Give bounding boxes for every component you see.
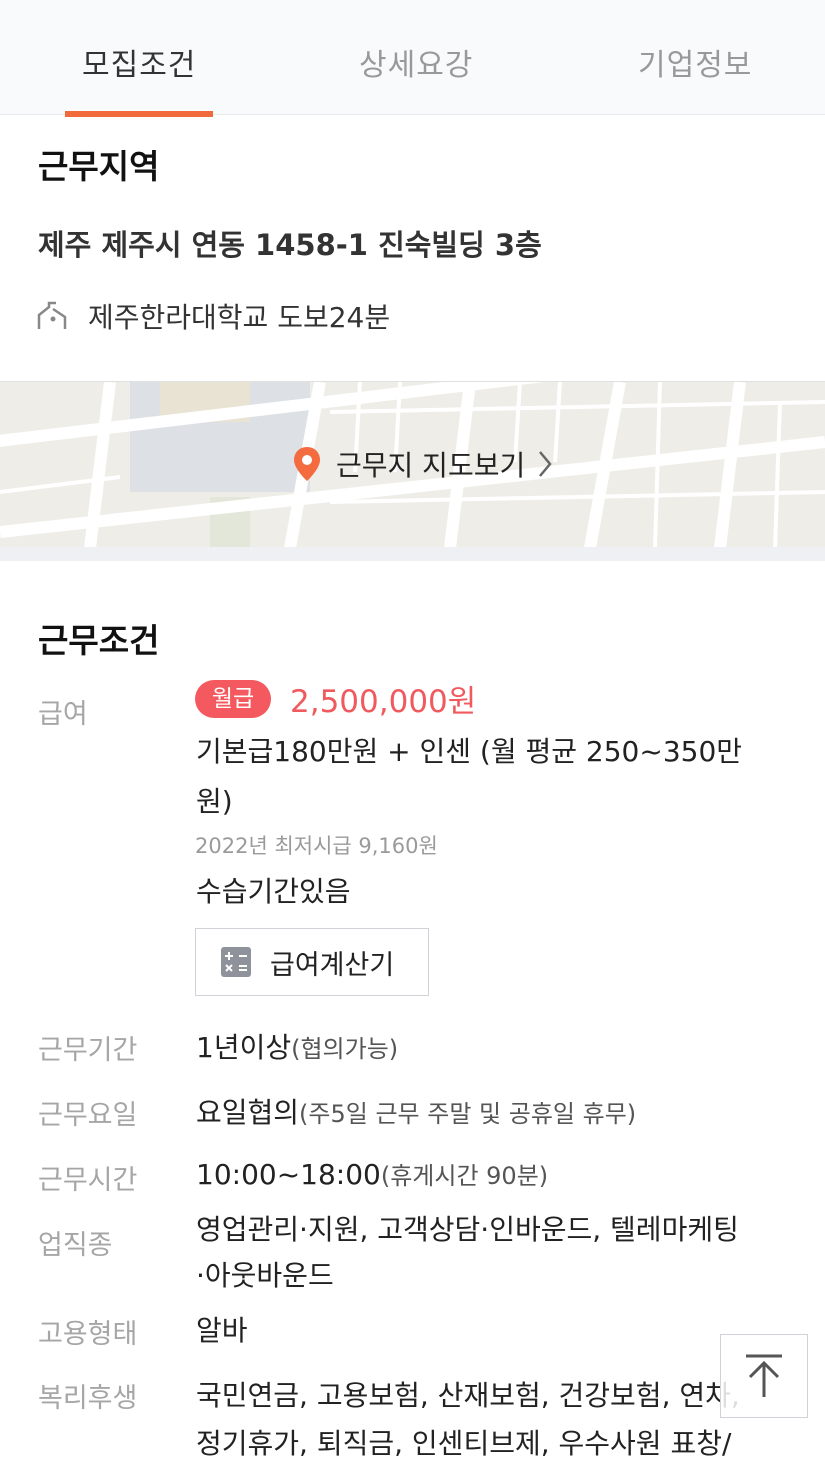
employment-value: 알바 (196, 1314, 248, 1347)
hours-value: 10:00~18:00(휴게시간 90분) (196, 1156, 548, 1191)
salary-description-line2: 원) (196, 785, 233, 818)
tab-company-info[interactable]: 기업정보 (638, 40, 752, 84)
job-type-line2: ·아웃바운드 (196, 1259, 334, 1292)
active-tab-indicator (65, 111, 213, 117)
view-map-link[interactable]: 근무지 지도보기 (292, 444, 555, 484)
employment-label: 고용형태 (38, 1319, 138, 1350)
period-value: 1년이상(협의가능) (196, 1026, 398, 1066)
hours-main: 10:00~18:00 (196, 1158, 381, 1191)
view-map-label: 근무지 지도보기 (336, 449, 526, 482)
nearby-station: 제주한라대학교 도보24분 (36, 296, 390, 336)
location-heading: 근무지역 (38, 147, 160, 186)
salary-calculator-button[interactable]: 급여계산기 (195, 928, 429, 996)
days-label: 근무요일 (38, 1100, 138, 1131)
days-value: 요일협의(주5일 근무 주말 및 공휴일 휴무) (196, 1091, 636, 1131)
minimum-wage-note: 2022년 최저시급 9,160원 (195, 834, 438, 858)
conditions-heading: 근무조건 (38, 621, 160, 660)
scroll-top-button[interactable] (720, 1334, 808, 1418)
salary-calculator-label: 급여계산기 (270, 949, 395, 981)
work-address: 제주 제주시 연동 1458-1 진숙빌딩 3층 (38, 228, 542, 262)
period-label: 근무기간 (38, 1035, 138, 1066)
days-main: 요일협의 (196, 1096, 300, 1129)
hours-sub: (휴게시간 90분) (380, 1162, 549, 1190)
tab-details[interactable]: 상세요강 (359, 40, 473, 84)
salary-description-line1: 기본급180만원 + 인센 (월 평균 250~350만 (196, 735, 743, 768)
section-divider (0, 547, 825, 561)
benefits-label: 복리후생 (38, 1383, 138, 1414)
walk-station-icon (37, 301, 67, 329)
days-sub: (주5일 근무 주말 및 공휴일 휴무) (299, 1100, 637, 1128)
salary-label: 급여 (38, 699, 88, 730)
benefits-line2: 정기휴가, 퇴직금, 인센티브제, 우수사원 표창/ (196, 1427, 732, 1460)
period-main: 1년이상 (196, 1031, 292, 1064)
salary-amount: 2,500,000원 (290, 684, 477, 720)
period-sub: (협의가능) (291, 1035, 399, 1063)
job-type-label: 업직종 (38, 1230, 113, 1261)
tab-recruit-conditions[interactable]: 모집조건 (82, 40, 196, 84)
job-type-line1: 영업관리·지원, 고객상담·인바운드, 텔레마케팅 (196, 1213, 739, 1246)
arrow-up-icon (746, 1354, 782, 1397)
tab-bar: 모집조건 상세요강 기업정보 (0, 0, 825, 115)
probation-text: 수습기간있음 (196, 875, 351, 908)
salary-type-badge: 월급 (195, 680, 271, 718)
benefits-line1: 국민연금, 고용보험, 산재보험, 건강보험, 연차, (196, 1379, 740, 1412)
chevron-right-icon (539, 451, 552, 477)
map-pin-icon (294, 447, 320, 481)
calculator-icon (221, 947, 251, 977)
nearby-station-text: 제주한라대학교 도보24분 (88, 301, 391, 334)
hours-label: 근무시간 (38, 1165, 138, 1196)
